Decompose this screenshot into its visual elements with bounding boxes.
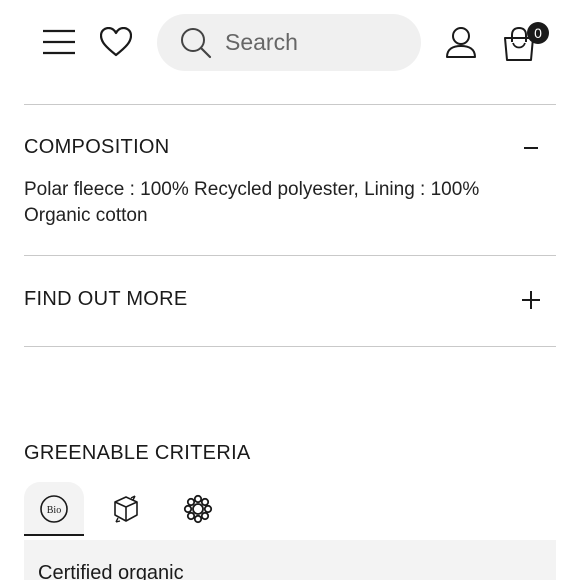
composition-title: COMPOSITION	[24, 136, 170, 158]
cart-button[interactable]: 0	[501, 22, 549, 62]
wishlist-button[interactable]	[98, 24, 134, 60]
user-icon	[446, 27, 476, 58]
menu-icon	[43, 29, 75, 55]
criteria-panel-title: Certified organic	[38, 562, 184, 580]
divider	[24, 255, 556, 256]
composition-section-header[interactable]: COMPOSITION	[0, 120, 580, 170]
plus-icon[interactable]	[517, 286, 545, 314]
criteria-panel: Certified organic	[24, 540, 556, 580]
cart-count-badge: 0	[527, 22, 549, 44]
divider	[24, 104, 556, 105]
heart-icon	[100, 27, 132, 57]
bio-badge-icon: Bio	[40, 495, 68, 523]
tab-bio[interactable]: Bio	[24, 482, 84, 536]
bio-badge-label: Bio	[47, 505, 61, 516]
find-out-more-title: FIND OUT MORE	[24, 288, 188, 310]
menu-button[interactable]	[40, 24, 78, 60]
find-out-more-section-header[interactable]: FIND OUT MORE	[0, 272, 580, 322]
tab-flower[interactable]	[168, 482, 228, 536]
account-button[interactable]	[443, 24, 479, 60]
greenable-criteria-title: GREENABLE CRITERIA	[24, 442, 251, 464]
search-bar[interactable]	[157, 14, 421, 71]
minus-icon[interactable]	[517, 134, 545, 162]
divider	[24, 346, 556, 347]
tab-recycle[interactable]	[96, 482, 156, 536]
recycle-box-icon	[114, 495, 138, 523]
top-header: 0	[0, 0, 580, 86]
active-tab-indicator	[24, 534, 84, 536]
search-input[interactable]	[225, 29, 405, 56]
flower-icon	[183, 494, 213, 524]
composition-text: Polar fleece : 100% Recycled polyester, …	[24, 179, 480, 226]
search-icon	[179, 26, 213, 60]
